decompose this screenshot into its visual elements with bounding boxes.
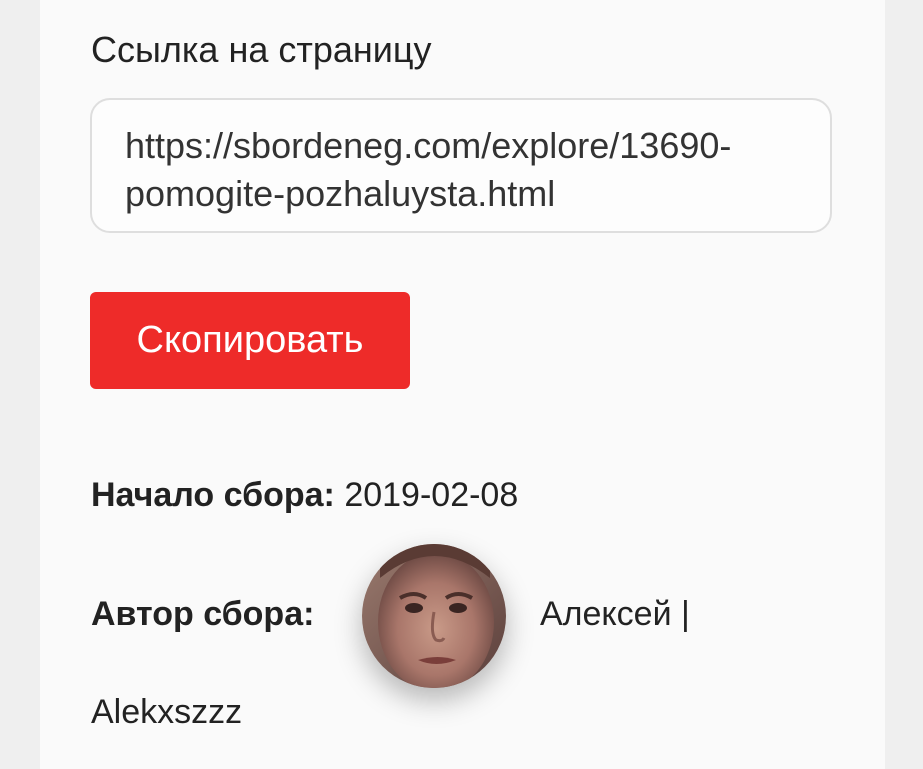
page-link-field[interactable]: https://sbordeneg.com/explore/13690- pom… <box>90 98 832 233</box>
copy-button[interactable]: Скопировать <box>90 292 410 389</box>
start-date-value: 2019-02-08 <box>344 476 519 514</box>
start-date-row: Начало сбора: 2019-02-08 <box>91 475 518 515</box>
page-link-url[interactable]: https://sbordeneg.com/explore/13690- pom… <box>125 122 815 218</box>
author-avatar[interactable] <box>362 544 506 688</box>
author-name[interactable]: Алексей | <box>540 594 690 634</box>
avatar-photo-icon <box>362 544 506 688</box>
fundraiser-card: Ссылка на страницу https://sbordeneg.com… <box>40 0 885 769</box>
page-link-label: Ссылка на страницу <box>91 29 432 70</box>
author-username[interactable]: Alekxszzz <box>91 692 242 732</box>
author-label: Автор сбора: <box>91 595 315 633</box>
start-date-label: Начало сбора: <box>91 476 335 514</box>
